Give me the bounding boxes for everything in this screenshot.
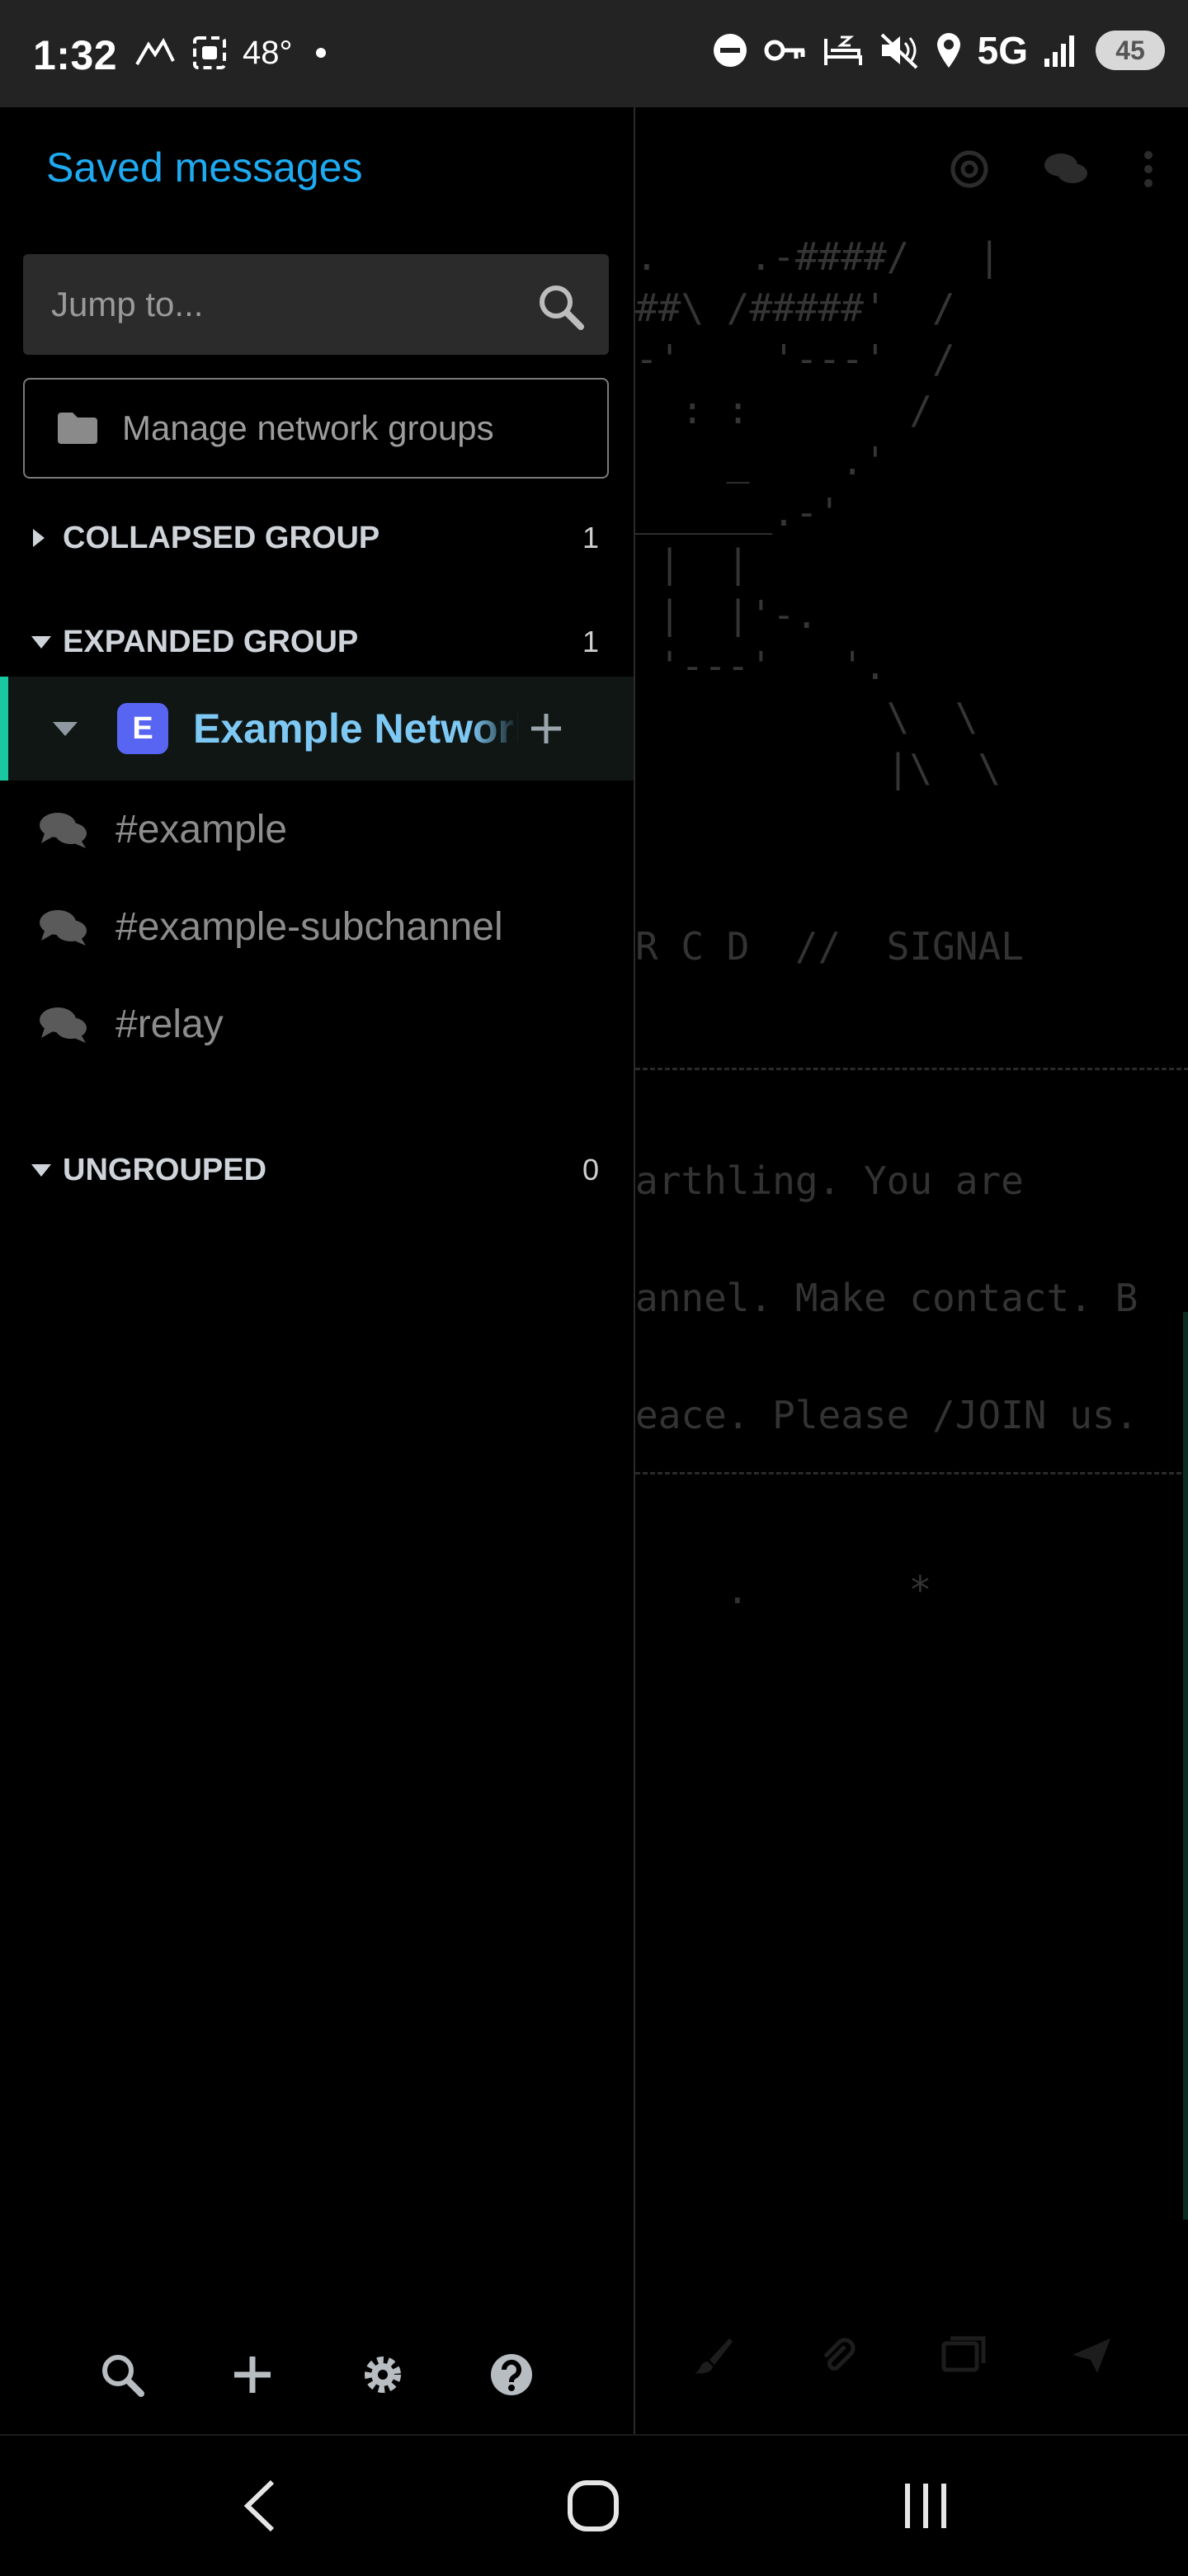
chat-background: . .-####/ | ##\ /#####' / -' '---' / : :… [635,107,1188,2434]
network-avatar: E [117,703,168,754]
channel-item[interactable]: #relay [0,975,634,1073]
navigation-drawer: Saved messages Manage network groups COL… [0,107,635,2434]
recents-icon[interactable] [903,2479,949,2533]
network-type: 5G [977,29,1028,72]
mute-icon [880,33,918,69]
search-icon[interactable] [99,2352,145,2398]
back-icon[interactable] [239,2479,280,2533]
brush-icon [695,2338,733,2374]
manage-network-groups-label: Manage network groups [122,408,494,447]
group-label: EXPANDED GROUP [63,624,359,659]
chat-bubbles-icon [40,813,87,848]
group-label: UNGROUPED [63,1152,267,1187]
group-count: 0 [582,1153,599,1187]
channel-item[interactable]: #example [0,781,634,878]
chat-bubbles-icon [40,910,87,946]
chat-toolbar [949,149,1155,190]
screen-record-icon [193,36,226,69]
composer-toolbar [693,2335,1114,2376]
group-header-ungrouped[interactable]: UNGROUPED 0 [30,1145,599,1195]
ascii-line: | | [635,541,750,586]
caret-down-icon [30,634,63,650]
ascii-line: _ .' [635,439,887,484]
chat-message: . * [726,1568,932,1612]
chat-bubbles-icon [40,1007,87,1043]
group-count: 1 [582,521,599,554]
ascii-line: |\ \ [635,746,1002,790]
home-icon[interactable] [566,2479,620,2533]
ascii-line: '---' '. [635,644,887,688]
jump-to-input[interactable] [23,254,609,355]
gallery-icon [941,2336,986,2372]
status-left-icons: 48° [134,33,326,73]
vpn-key-icon [764,40,805,61]
group-header-expanded[interactable]: EXPANDED GROUP 1 [30,617,599,667]
channel-label: #example [116,807,288,852]
ascii-line: -' '---' / [635,337,955,381]
manage-network-groups-button[interactable]: Manage network groups [23,378,609,479]
gear-icon[interactable] [360,2352,406,2398]
notification-dot-icon [315,48,326,58]
add-icon[interactable] [231,2352,274,2398]
group-header-collapsed[interactable]: COLLAPSED GROUP 1 [30,513,599,563]
help-icon[interactable] [488,2352,535,2398]
divider [635,1068,1188,1070]
conversations-icon [1044,153,1087,183]
ascii-line: \ \ [635,695,978,739]
divider [635,1472,1188,1474]
network-item-example[interactable]: E Example Network [0,677,634,781]
status-right-icons: 5G 45 [712,28,1165,73]
ascii-line: . .-####/ | [635,234,1002,279]
chevron-down-icon[interactable] [51,719,79,738]
battery-level: 45 [1115,35,1145,65]
sleep-mode-icon [823,35,862,65]
ascii-line: ##\ /#####' / [635,285,955,330]
chat-message: R C D // SIGNAL [635,924,1024,969]
attach-icon [823,2338,856,2371]
ascii-line: : : / [635,388,933,432]
more-vert-icon [1144,151,1153,187]
status-time: 1:32 [33,32,118,78]
system-nav-bar [0,2434,1188,2576]
group-label: COLLAPSED GROUP [63,520,380,555]
battery-icon: 45 [1096,31,1165,70]
mention-icon [950,150,988,188]
search-icon[interactable] [536,282,584,330]
channel-item[interactable]: #example-subchannel [0,878,634,975]
signal-strength-icon [1044,35,1074,67]
chat-message: eace. Please /JOIN us. [635,1393,1138,1437]
caret-down-icon [30,1162,63,1178]
network-name: Example Network [193,705,520,752]
drawer-footer [0,2335,634,2418]
add-channel-icon[interactable] [528,710,564,747]
channel-label: #relay [116,1002,224,1046]
activity-icon [135,37,175,66]
status-temperature: 48° [243,34,293,71]
saved-messages-link[interactable]: Saved messages [46,144,363,191]
send-icon [1072,2338,1110,2373]
folder-icon [58,413,97,444]
caret-right-icon [30,527,63,549]
ascii-line: ______.-' [635,490,842,535]
status-bar: 1:32 48° 5G 45 [0,0,1188,107]
chat-message: annel. Make contact. B [635,1276,1138,1320]
location-icon [936,33,960,68]
ascii-line: | |'-. [635,592,818,637]
channel-label: #example-subchannel [116,904,503,949]
scrollbar[interactable] [1183,1312,1188,2220]
selection-indicator [0,677,8,781]
do-not-disturb-icon [713,34,747,67]
ascii-art: . .-####/ | ##\ /#####' / -' '---' / : :… [635,231,1001,794]
chat-message: arthling. You are [635,1158,1024,1203]
group-count: 1 [582,625,599,658]
